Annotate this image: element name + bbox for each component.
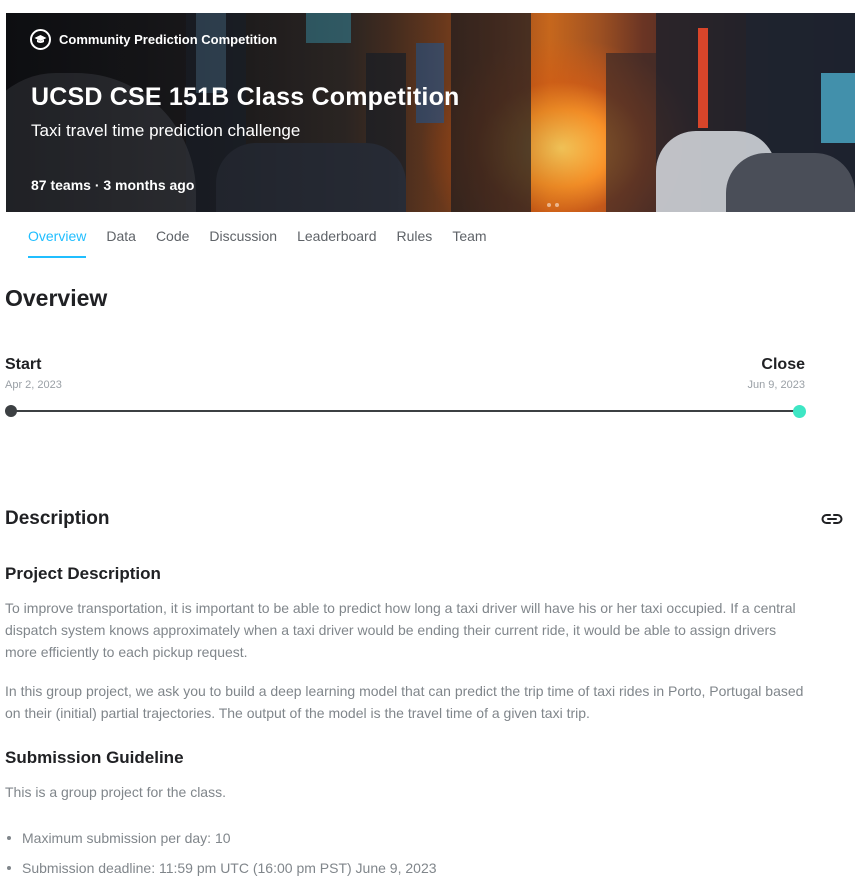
tab-rules[interactable]: Rules xyxy=(397,222,433,258)
overview-heading: Overview xyxy=(5,285,108,311)
link-icon[interactable] xyxy=(820,510,844,528)
tab-leaderboard[interactable]: Leaderboard xyxy=(297,222,376,258)
carousel-dots xyxy=(547,203,559,207)
tab-overview[interactable]: Overview xyxy=(28,222,87,258)
project-description-heading: Project Description xyxy=(5,564,161,583)
competition-title: UCSD CSE 151B Class Competition xyxy=(31,83,460,111)
description-heading: Description xyxy=(5,508,110,529)
timeline-track xyxy=(10,410,800,412)
competition-type: Community Prediction Competition xyxy=(30,29,277,50)
competition-type-label: Community Prediction Competition xyxy=(59,32,278,47)
tab-data[interactable]: Data xyxy=(106,222,136,258)
timeline-close: Close Jun 9, 2023 xyxy=(748,356,806,391)
submission-guideline-paragraph: This is a group project for the class. xyxy=(5,784,226,800)
timeline-start-label: Start xyxy=(5,356,42,373)
competition-header-banner: Community Prediction Competition UCSD CS… xyxy=(6,13,855,212)
submission-rules-list: Maximum submission per day: 10 Submissio… xyxy=(5,828,437,886)
submission-guideline-heading: Submission Guideline xyxy=(5,748,184,767)
project-description-paragraph-1: To improve transportation, it is importa… xyxy=(5,600,796,660)
tab-code[interactable]: Code xyxy=(156,222,189,258)
timeline-start-date: Apr 2, 2023 xyxy=(5,379,62,391)
timeline-close-date: Jun 9, 2023 xyxy=(747,379,806,391)
graduation-cap-icon xyxy=(30,29,51,50)
tab-team[interactable]: Team xyxy=(452,222,486,258)
list-item: Submission deadline: 11:59 pm UTC (16:00… xyxy=(5,858,437,886)
timeline-start: Start Apr 2, 2023 xyxy=(5,356,62,391)
list-item-text: Maximum submission per day: 10 xyxy=(22,830,231,846)
competition-meta: 87 teams · 3 months ago xyxy=(31,177,195,193)
list-item: Maximum submission per day: 10 xyxy=(5,828,437,858)
competition-tabs: Overview Data Code Discussion Leaderboar… xyxy=(28,222,507,258)
timeline-end-marker xyxy=(793,405,806,418)
list-item-text: Submission deadline: 11:59 pm UTC (16:00… xyxy=(22,860,437,876)
project-description-paragraph-2: In this group project, we ask you to bui… xyxy=(5,683,804,721)
timeline-start-marker xyxy=(5,405,17,417)
timeline-close-label: Close xyxy=(761,356,805,373)
competition-subtitle: Taxi travel time prediction challenge xyxy=(31,121,301,140)
tab-discussion[interactable]: Discussion xyxy=(209,222,277,258)
